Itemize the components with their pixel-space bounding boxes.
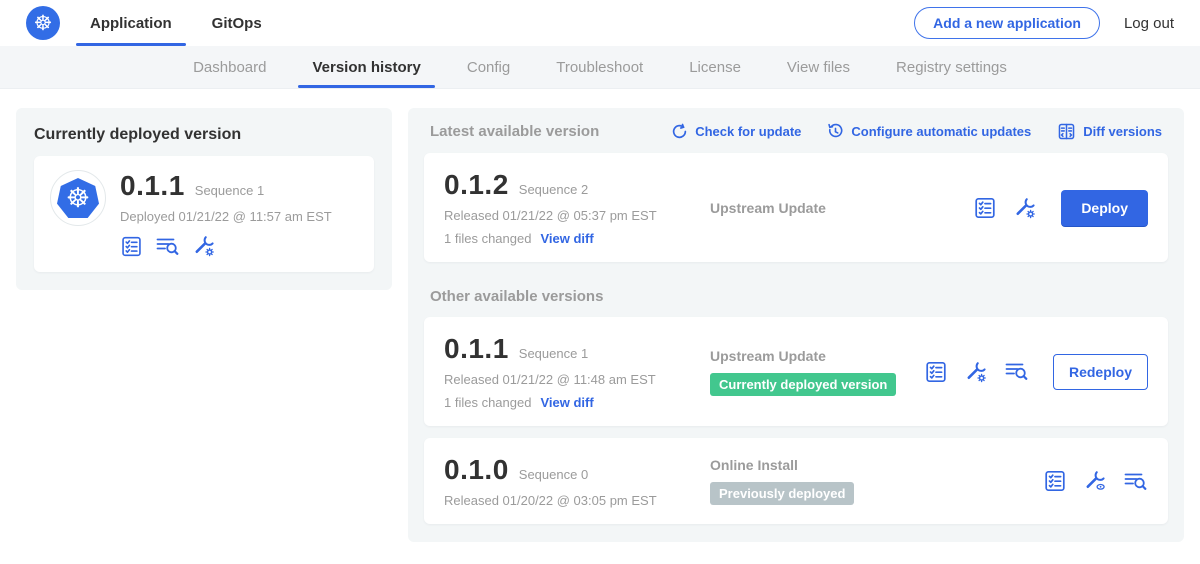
version-source: Upstream Update bbox=[710, 200, 973, 216]
refresh-icon bbox=[671, 123, 688, 140]
app-logo: ☸ bbox=[50, 170, 106, 226]
files-changed-label: 1 files changed bbox=[444, 231, 531, 246]
tab-license[interactable]: License bbox=[689, 46, 741, 88]
app-sub-nav: Dashboard Version history Config Trouble… bbox=[0, 46, 1200, 89]
kubernetes-heptagon: ☸ bbox=[57, 178, 99, 218]
previously-deployed-badge: Previously deployed bbox=[710, 482, 854, 505]
view-config-icon[interactable] bbox=[1083, 469, 1107, 493]
version-number: 0.1.2 bbox=[444, 169, 509, 201]
tab-version-history[interactable]: Version history bbox=[312, 46, 420, 88]
tab-troubleshoot[interactable]: Troubleshoot bbox=[556, 46, 643, 88]
diff-icon bbox=[1057, 122, 1076, 141]
currently-deployed-badge: Currently deployed version bbox=[710, 373, 896, 396]
view-logs-icon[interactable] bbox=[1123, 470, 1148, 493]
tab-application[interactable]: Application bbox=[88, 0, 174, 46]
deployed-version-info: 0.1.1 Sequence 1 Deployed 01/21/22 @ 11:… bbox=[120, 170, 332, 258]
deployed-sequence: Sequence 1 bbox=[195, 183, 264, 198]
kubernetes-helm-icon: ☸ bbox=[34, 13, 53, 34]
available-versions-panel: Latest available version Check for updat… bbox=[408, 108, 1184, 542]
released-timestamp: Released 01/21/22 @ 11:48 am EST bbox=[444, 372, 696, 387]
kubernetes-logo: ☸ bbox=[26, 6, 60, 40]
check-for-update-link[interactable]: Check for update bbox=[671, 123, 801, 140]
preflight-checklist-icon[interactable] bbox=[120, 235, 143, 258]
add-application-button[interactable]: Add a new application bbox=[914, 7, 1100, 39]
view-logs-icon[interactable] bbox=[155, 235, 180, 258]
deployed-timestamp: Deployed 01/21/22 @ 11:57 am EST bbox=[120, 209, 332, 224]
tab-gitops[interactable]: GitOps bbox=[210, 0, 264, 46]
topnav-tabs: Application GitOps bbox=[88, 0, 264, 46]
version-card-0-1-2: 0.1.2 Sequence 2 Released 01/21/22 @ 05:… bbox=[424, 153, 1168, 262]
currently-deployed-panel: Currently deployed version ☸ 0.1.1 Seque… bbox=[16, 108, 392, 290]
deployed-version-card: ☸ 0.1.1 Sequence 1 Deployed 01/21/22 @ 1… bbox=[34, 156, 374, 272]
version-sequence: Sequence 1 bbox=[519, 346, 588, 361]
files-changed-label: 1 files changed bbox=[444, 395, 531, 410]
version-card-0-1-1: 0.1.1 Sequence 1 Released 01/21/22 @ 11:… bbox=[424, 317, 1168, 426]
schedule-update-icon bbox=[827, 123, 844, 140]
topnav-right: Add a new application Log out bbox=[914, 7, 1174, 39]
tab-registry-settings[interactable]: Registry settings bbox=[896, 46, 1007, 88]
configure-automatic-updates-link[interactable]: Configure automatic updates bbox=[827, 123, 1031, 140]
edit-config-icon[interactable] bbox=[1013, 196, 1037, 220]
preflight-checklist-icon[interactable] bbox=[1043, 469, 1067, 493]
version-source: Upstream Update bbox=[710, 348, 924, 364]
version-number: 0.1.1 bbox=[444, 333, 509, 365]
deployed-version-number: 0.1.1 bbox=[120, 170, 185, 202]
version-source: Online Install bbox=[710, 457, 1043, 473]
deployed-panel-title: Currently deployed version bbox=[34, 126, 374, 144]
released-timestamp: Released 01/20/22 @ 03:05 pm EST bbox=[444, 493, 696, 508]
redeploy-button[interactable]: Redeploy bbox=[1053, 354, 1148, 390]
edit-config-icon[interactable] bbox=[964, 360, 988, 384]
kubernetes-helm-icon: ☸ bbox=[66, 185, 90, 212]
tab-dashboard[interactable]: Dashboard bbox=[193, 46, 266, 88]
deploy-button[interactable]: Deploy bbox=[1061, 190, 1148, 226]
edit-config-icon[interactable] bbox=[192, 234, 216, 258]
other-versions-title: Other available versions bbox=[430, 288, 1162, 305]
diff-versions-link[interactable]: Diff versions bbox=[1057, 122, 1162, 141]
view-diff-link[interactable]: View diff bbox=[540, 395, 593, 410]
view-logs-icon[interactable] bbox=[1004, 360, 1029, 383]
logout-button[interactable]: Log out bbox=[1124, 15, 1174, 32]
latest-version-title: Latest available version bbox=[430, 123, 599, 140]
tab-view-files[interactable]: View files bbox=[787, 46, 850, 88]
tab-config[interactable]: Config bbox=[467, 46, 510, 88]
top-nav: ☸ Application GitOps Add a new applicati… bbox=[0, 0, 1200, 46]
view-diff-link[interactable]: View diff bbox=[540, 231, 593, 246]
released-timestamp: Released 01/21/22 @ 05:37 pm EST bbox=[444, 208, 696, 223]
preflight-checklist-icon[interactable] bbox=[924, 360, 948, 384]
version-sequence: Sequence 2 bbox=[519, 182, 588, 197]
version-number: 0.1.0 bbox=[444, 454, 509, 486]
version-sequence: Sequence 0 bbox=[519, 467, 588, 482]
preflight-checklist-icon[interactable] bbox=[973, 196, 997, 220]
version-card-0-1-0: 0.1.0 Sequence 0 Released 01/20/22 @ 03:… bbox=[424, 438, 1168, 524]
